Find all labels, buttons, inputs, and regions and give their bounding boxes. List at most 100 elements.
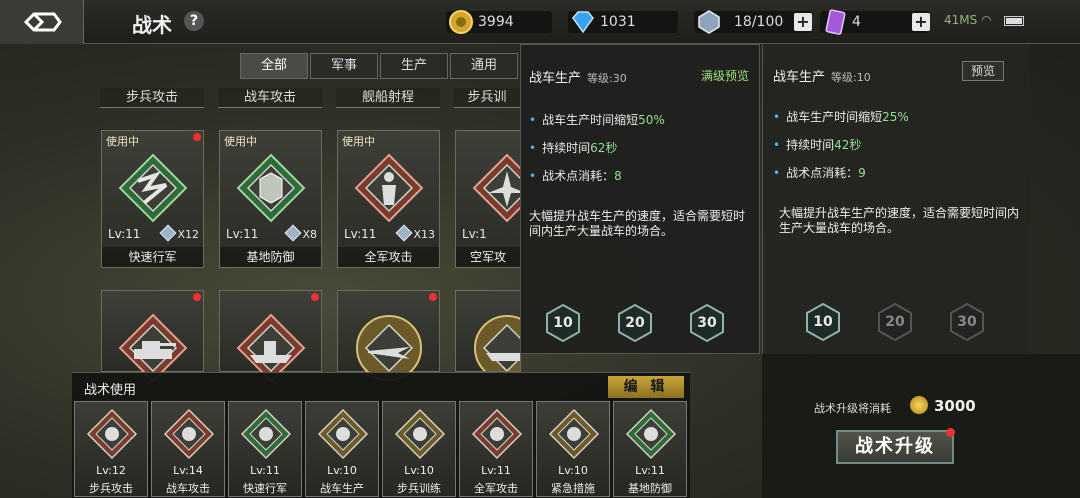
tactic-usage-bar: 战术使用 编 辑 Lv:12 步兵攻击 Lv:14 战车攻击 Lv:11 快速行军 Lv:1… (72, 372, 690, 498)
usage-slot[interactable]: Lv:10 步兵训练 (382, 401, 456, 497)
help-button[interactable]: ? (184, 11, 204, 31)
usage-slot-name: 快速行军 (243, 482, 287, 495)
gold-value: 3994 (478, 14, 514, 30)
tactic-card[interactable] (101, 290, 204, 383)
card-level: Lv:1 (462, 227, 487, 241)
usage-slot-name: 步兵训练 (397, 482, 441, 495)
card-count: X8 (284, 224, 317, 242)
usage-slot[interactable]: Lv:14 战车攻击 (151, 401, 225, 497)
usage-slot[interactable]: Lv:10 紧急措施 (536, 401, 610, 497)
detail-stat: • 持续时间42秒 (773, 138, 862, 152)
usage-slot[interactable]: Lv:10 战车生产 (305, 401, 379, 497)
usage-slot[interactable]: Lv:11 基地防御 (613, 401, 687, 497)
tactic-card[interactable] (337, 290, 440, 381)
card-name: 快速行军 (102, 247, 203, 267)
tactic-card[interactable] (219, 290, 322, 383)
card-name: 基地防御 (220, 247, 321, 267)
edit-button[interactable]: 编 辑 (608, 376, 684, 398)
tactic-card[interactable] (455, 290, 521, 372)
usage-slot-name: 基地防御 (628, 482, 672, 495)
notification-dot (193, 293, 201, 301)
crystal-value: 18/100 (734, 14, 784, 30)
usage-slot-name: 战车生产 (320, 482, 364, 495)
latency-status: 41MS ◠ (944, 13, 992, 27)
usage-slot-level: Lv:10 (327, 464, 357, 477)
usage-slot[interactable]: Lv:11 全军攻击 (459, 401, 533, 497)
infantry-attack-emblem-icon (86, 408, 138, 460)
tactic-card-air-force-attack[interactable]: Lv:1 空军攻 (455, 130, 521, 268)
usage-slot-level: Lv:11 (250, 464, 280, 477)
usage-slot-level: Lv:10 (558, 464, 588, 477)
in-use-label: 使用中 (224, 135, 257, 148)
tooltip-title: 战车生产 等级:30 (529, 71, 627, 86)
notification-dot (429, 293, 437, 301)
gold-counter: 3994 (446, 10, 552, 34)
crystal-icon (395, 224, 413, 242)
crystal-icon (159, 224, 177, 242)
usage-slot[interactable]: Lv:11 快速行军 (228, 401, 302, 497)
detail-stat: • 战车生产时间缩短25% (773, 110, 909, 124)
card-icon (825, 9, 846, 35)
usage-slot-level: Lv:10 (404, 464, 434, 477)
card-level: Lv:11 (108, 227, 141, 241)
infantry-training-emblem-icon (394, 408, 446, 460)
level-20-hex[interactable]: 20 (877, 302, 913, 342)
diamond-counter: 1031 (568, 11, 678, 34)
gold-coin-icon (449, 10, 473, 34)
tactic-detail-panel: 战车生产 等级:10 预览 • 战车生产时间缩短25% • 持续时间42秒 • 战术点消… (762, 44, 1030, 354)
card-counter: 4 + (820, 9, 930, 35)
card-count: X12 (159, 224, 199, 242)
fast-march-emblem-icon (240, 408, 292, 460)
air-force-attack-emblem-icon (472, 153, 520, 223)
all-army-attack-emblem-icon (354, 153, 424, 223)
tank-production-emblem-icon (317, 408, 369, 460)
detail-description: 大幅提升战车生产的速度，适合需要短时间内生产大量战车的场合。 (779, 206, 1020, 235)
tooltip-stat: • 战术点消耗：8 (529, 169, 622, 183)
category-label: 舰船射程 (336, 88, 440, 108)
tab-all[interactable]: 全部 (240, 53, 308, 79)
add-card-button[interactable]: + (912, 13, 930, 31)
level-30-hex[interactable]: 30 (949, 302, 985, 342)
crystal-counter: 18/100 + (694, 10, 812, 34)
diamond-value: 1031 (600, 14, 636, 30)
category-label: 步兵训 (454, 88, 520, 108)
tab-military[interactable]: 军事 (310, 53, 378, 79)
tactic-card-base-defense[interactable]: 使用中 Lv:11 X8 基地防御 (219, 130, 322, 268)
usage-slot-name: 步兵攻击 (89, 482, 133, 495)
upgrade-panel: 战术升级将消耗 3000 战术升级 (762, 354, 1080, 498)
base-defense-emblem-icon (625, 408, 677, 460)
level-20-hex[interactable]: 20 (617, 303, 653, 343)
tooltip-stat: • 战车生产时间缩短50% (529, 113, 665, 127)
usage-slot-level: Lv:12 (96, 464, 126, 477)
level-10-hex[interactable]: 10 (545, 303, 581, 343)
detail-title: 战车生产 等级:10 (773, 70, 871, 85)
upgrade-button[interactable]: 战术升级 (836, 428, 955, 464)
detail-stat: • 战术点消耗：9 (773, 166, 866, 180)
card-value: 4 (852, 14, 861, 30)
ship-gear-emblem-icon (474, 315, 520, 371)
tab-general[interactable]: 通用 (450, 53, 518, 79)
usage-slot-name: 紧急措施 (551, 482, 595, 495)
crystal-icon (698, 10, 720, 34)
usage-slot[interactable]: Lv:12 步兵攻击 (74, 401, 148, 497)
tactic-card-all-army-attack[interactable]: 使用中 Lv:11 X13 全军攻击 (337, 130, 440, 268)
tooltip-description: 大幅提升战车生产的速度，适合需要短时间内生产大量战车的场合。 (529, 209, 746, 238)
diamond-icon (572, 11, 594, 34)
back-button[interactable] (0, 0, 84, 44)
card-level: Lv:11 (226, 227, 259, 241)
base-defense-emblem-icon (236, 153, 306, 223)
tab-production[interactable]: 生产 (380, 53, 448, 79)
max-level-preview-link[interactable]: 满级预览 (701, 67, 749, 84)
usage-slot-name: 战车攻击 (166, 482, 210, 495)
level-30-hex[interactable]: 30 (689, 303, 725, 343)
emergency-emblem-icon (548, 408, 600, 460)
upgrade-cost-label: 战术升级将消耗 (814, 402, 891, 415)
card-level: Lv:11 (344, 227, 377, 241)
level-10-hex[interactable]: 10 (805, 302, 841, 342)
card-count: X13 (395, 224, 435, 242)
in-use-label: 使用中 (106, 135, 139, 148)
add-crystal-button[interactable]: + (794, 13, 812, 31)
tactic-card-fast-march[interactable]: 使用中 Lv:11 X12 快速行军 (101, 130, 204, 268)
usage-label: 战术使用 (84, 383, 137, 398)
preview-button[interactable]: 预览 (962, 61, 1004, 81)
